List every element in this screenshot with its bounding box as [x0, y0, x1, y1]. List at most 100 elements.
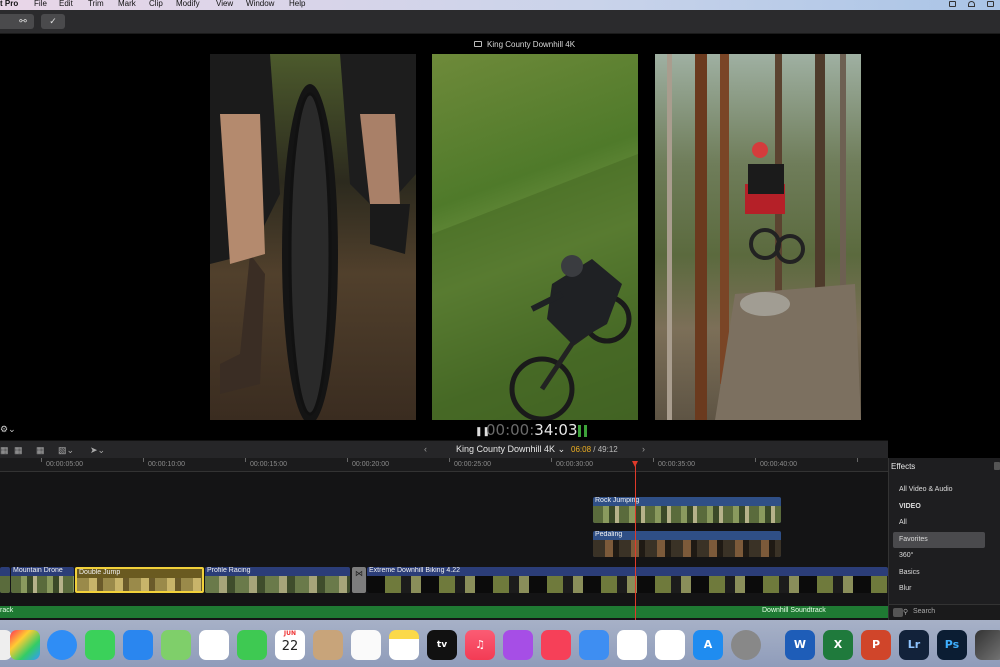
menu-help[interactable]: Help — [289, 0, 305, 8]
final-cut-pro-icon[interactable] — [975, 630, 1000, 660]
timecode-lit: 34:03 — [534, 421, 578, 439]
keyword-button[interactable]: ⚯ — [12, 14, 34, 29]
photos-icon[interactable] — [199, 630, 229, 660]
menu-modify[interactable]: Modify — [176, 0, 200, 8]
audio-label-soundtrack: Downhill Soundtrack — [762, 607, 826, 614]
safari-icon[interactable] — [47, 630, 77, 660]
timecode-dim: 00:00: — [486, 421, 535, 439]
lightroom-icon[interactable]: Lr — [899, 630, 929, 660]
wifi-icon[interactable] — [968, 1, 975, 7]
system-preferences-icon[interactable] — [731, 630, 761, 660]
effects-options-button[interactable] — [893, 608, 903, 617]
ruler-label: 00:00:30:00 — [556, 461, 593, 468]
project-name: King County Downhill 4K — [456, 444, 556, 454]
app-store-icon[interactable]: A — [693, 630, 723, 660]
view-options-icon[interactable]: ⚙⌄ — [0, 424, 16, 435]
effects-item-360[interactable]: 360° — [893, 548, 985, 564]
powerpoint-icon[interactable]: P — [861, 630, 891, 660]
volume-icon[interactable] — [987, 1, 994, 7]
effects-sidebar-toggle[interactable] — [994, 462, 1000, 470]
keynote-icon[interactable] — [579, 630, 609, 660]
effects-item-all-video-audio[interactable]: All Video & Audio — [893, 482, 985, 498]
menu-trim[interactable]: Trim — [88, 0, 104, 8]
calendar-icon[interactable]: JUN 22 — [275, 630, 305, 660]
background-tasks-button[interactable]: ✓ — [41, 14, 65, 29]
calendar-day: 22 — [281, 639, 299, 654]
maps-icon[interactable] — [161, 630, 191, 660]
forward-arrow-icon[interactable]: › — [642, 444, 645, 454]
music-icon[interactable]: ♫ — [465, 630, 495, 660]
contacts-icon[interactable] — [313, 630, 343, 660]
pages-icon[interactable] — [655, 630, 685, 660]
menu-file[interactable]: File — [34, 0, 47, 8]
menu-view[interactable]: View — [216, 0, 233, 8]
reminders-icon[interactable] — [351, 630, 381, 660]
clip-pedaling[interactable]: Pedaling — [593, 531, 781, 557]
podcasts-icon[interactable] — [503, 630, 533, 660]
clip-profile-racing[interactable]: Profile Racing — [205, 567, 350, 593]
audio-track[interactable]: rack Downhill Soundtrack — [0, 606, 888, 618]
dock: JUN 22 tv ♫ A W X P Lr Ps — [0, 620, 1000, 667]
viewer-title: King County Downhill 4K — [487, 40, 576, 49]
cross-dissolve-transition[interactable]: ⋈ — [352, 567, 366, 593]
menu-bar: t Pro File Edit Trim Mark Clip Modify Vi… — [0, 0, 1000, 10]
effects-item-all[interactable]: All — [893, 515, 985, 531]
audio-label: rack — [0, 607, 14, 614]
effects-item-basics[interactable]: Basics — [893, 565, 985, 581]
timeline-project-name[interactable]: King County Downhill 4K ⌄ — [456, 444, 565, 455]
audio-meter-left — [578, 425, 581, 437]
clip-extreme-downhill[interactable]: Extreme Downhill Biking 4.22 — [367, 567, 888, 593]
menu-mark[interactable]: Mark — [118, 0, 136, 8]
search-icon: ⚲ — [903, 609, 909, 616]
notes-icon[interactable] — [389, 630, 419, 660]
effects-title: Effects — [891, 462, 916, 471]
clip-rock-jumping[interactable]: Rock Jumping — [593, 497, 781, 523]
viewer-header: King County Downhill 4K — [0, 34, 1000, 54]
facetime-icon[interactable] — [237, 630, 267, 660]
key-icon: ⚯ — [19, 16, 27, 26]
clapper-icon — [474, 41, 482, 47]
back-arrow-icon[interactable]: ‹ — [424, 444, 427, 454]
photoshop-icon[interactable]: Ps — [937, 630, 967, 660]
append-clip-icon[interactable]: ▦ — [14, 445, 23, 456]
tv-label: tv — [436, 640, 448, 650]
select-tool-icon[interactable]: ➤⌄ — [90, 445, 105, 456]
effects-item-favorites[interactable]: Favorites — [893, 531, 985, 548]
effects-search-input[interactable]: Search — [913, 608, 935, 615]
clip-mountain-drone[interactable]: Mountain Drone — [11, 567, 74, 593]
video-frame-right — [655, 54, 861, 420]
video-frame-middle — [432, 54, 638, 420]
display-icon[interactable] — [949, 1, 956, 7]
calendar-month: JUN — [283, 630, 297, 637]
news-icon[interactable] — [541, 630, 571, 660]
menu-window[interactable]: Window — [246, 0, 274, 8]
insert-clip-icon[interactable]: ▦ — [36, 445, 45, 456]
clip-appearance-icon[interactable]: ▦ — [0, 445, 9, 456]
numbers-icon[interactable] — [617, 630, 647, 660]
playhead[interactable] — [635, 462, 636, 620]
clip-label: Mountain Drone — [13, 567, 63, 574]
effects-item-blur[interactable]: Blur — [893, 581, 985, 597]
overwrite-clip-icon[interactable]: ▧⌄ — [58, 445, 74, 456]
position-current: 06:08 — [571, 445, 592, 454]
excel-icon[interactable]: X — [823, 630, 853, 660]
app-menu[interactable]: t Pro — [0, 0, 18, 8]
timeline-area[interactable]: Rock Jumping Pedaling Mountain Drone Dou… — [0, 472, 888, 620]
playhead-handle[interactable] — [632, 461, 638, 467]
apple-tv-icon[interactable]: tv — [427, 630, 457, 660]
toolbar: ⚯ ✓ — [0, 10, 1000, 34]
timeline-ruler[interactable]: 00:00:05:00 00:00:10:00 00:00:15:00 00:0… — [0, 458, 888, 472]
timeline-position: 06:08 / 49:12 — [571, 445, 618, 454]
menu-clip[interactable]: Clip — [149, 0, 163, 8]
messages-icon[interactable] — [85, 630, 115, 660]
launchpad-icon[interactable] — [10, 630, 40, 660]
menu-edit[interactable]: Edit — [59, 0, 73, 8]
effects-search-bar: ⚲ Search — [889, 604, 1000, 620]
clip-before[interactable] — [0, 567, 10, 593]
word-icon[interactable]: W — [785, 630, 815, 660]
mail-icon[interactable] — [123, 630, 153, 660]
ruler-label: 00:00:25:00 — [454, 461, 491, 468]
clip-double-jump[interactable]: Double Jump — [75, 567, 204, 593]
ruler-label: 00:00:35:00 — [658, 461, 695, 468]
timecode-display[interactable]: 00:00:34:03 — [486, 421, 578, 439]
